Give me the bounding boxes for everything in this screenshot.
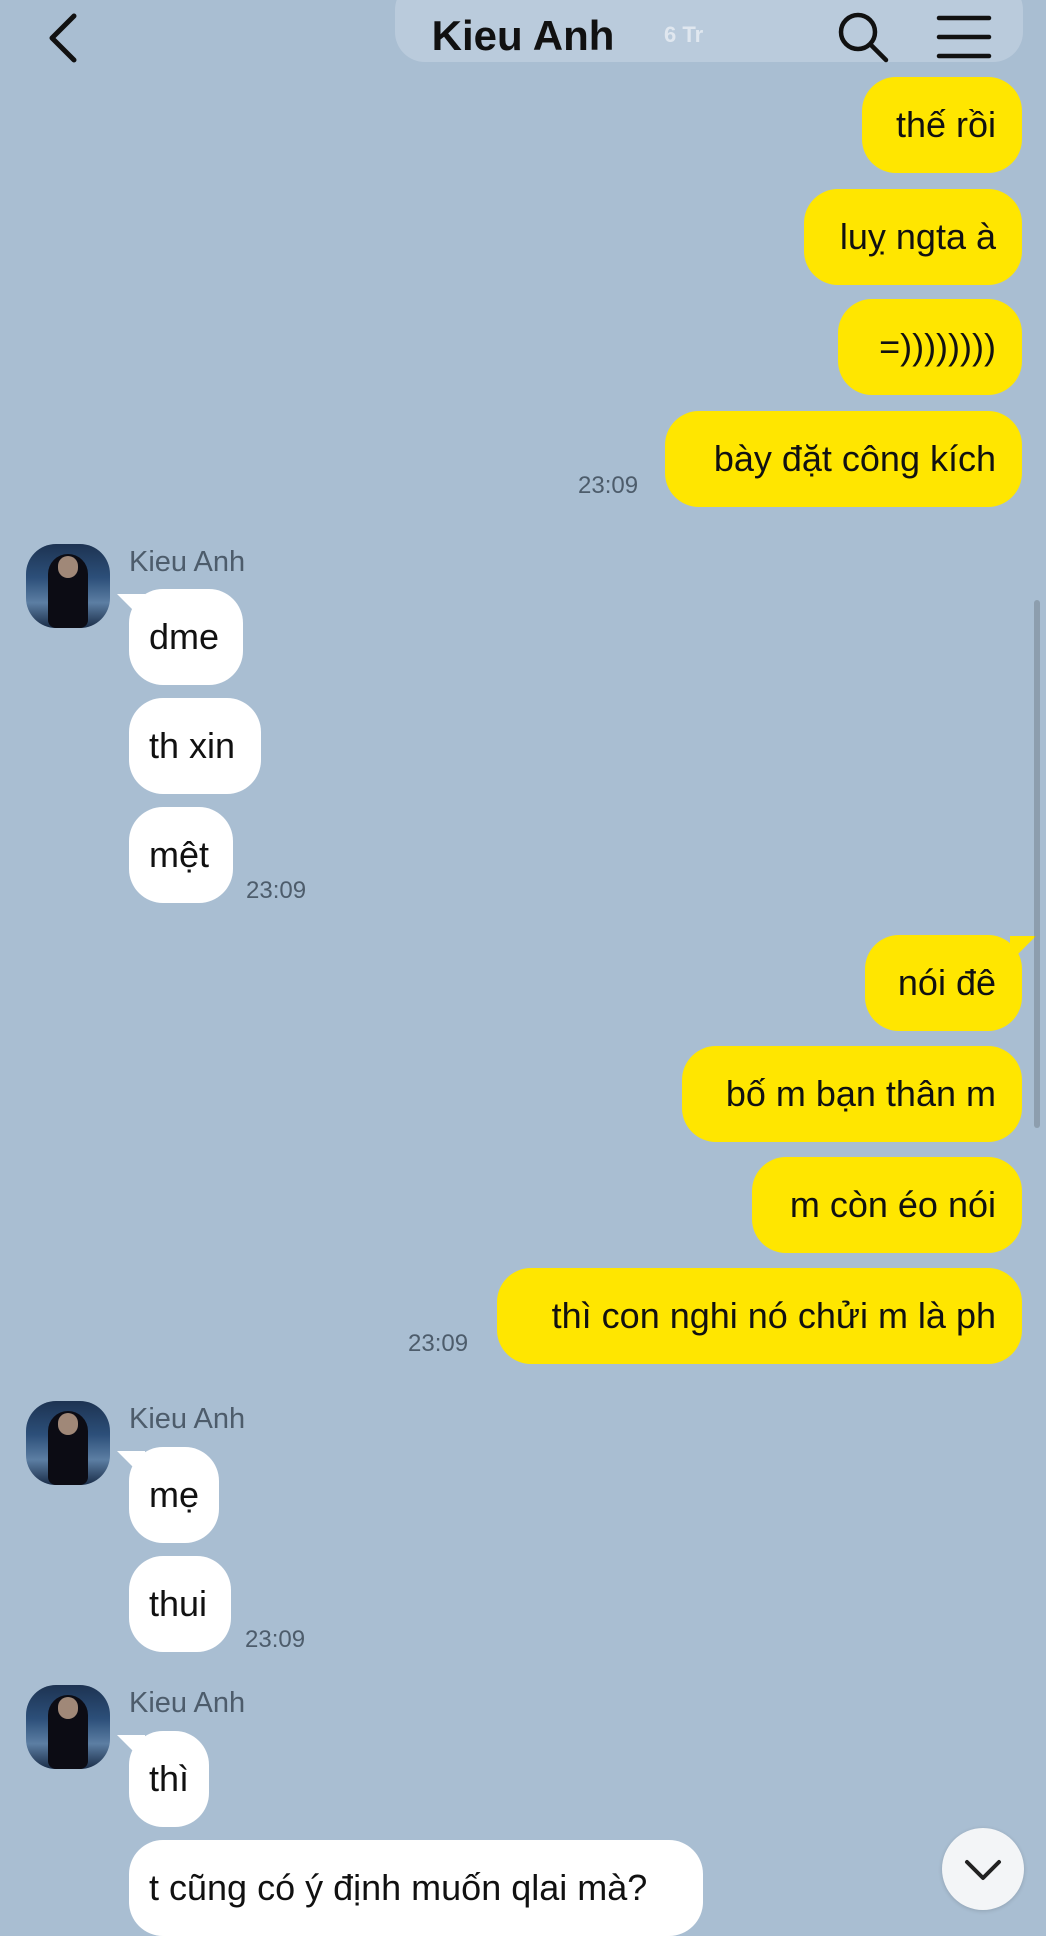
- message-text: mẹ: [149, 1474, 200, 1515]
- message-text: m còn éo nói: [789, 1184, 996, 1225]
- message-text: thì: [149, 1758, 190, 1799]
- message-bubble-outgoing[interactable]: thì con nghi nó chửi m là ph: [497, 1268, 1022, 1364]
- message-bubble-outgoing[interactable]: thế rồi: [862, 77, 1022, 173]
- message-bubble-incoming[interactable]: dme: [129, 589, 243, 685]
- message-timestamp: 23:09: [246, 877, 307, 904]
- message-bubble-outgoing[interactable]: luỵ ngta à: [804, 189, 1022, 285]
- message-text: mệt: [149, 834, 210, 875]
- scroll-to-bottom-button[interactable]: [942, 1828, 1024, 1910]
- message-text: luỵ ngta à: [839, 216, 996, 257]
- message-text: dme: [149, 616, 220, 657]
- message-bubble-outgoing[interactable]: bố m bạn thân m: [682, 1046, 1022, 1142]
- sender-name: Kieu Anh: [129, 546, 246, 578]
- message-text: =)))))))): [879, 326, 996, 367]
- message-bubble-outgoing[interactable]: bày đặt công kích: [665, 411, 1022, 507]
- message-bubble-outgoing[interactable]: =)))))))): [838, 299, 1022, 395]
- message-text: th xin: [149, 725, 236, 766]
- menu-icon[interactable]: [936, 12, 992, 62]
- message-timestamp: 23:09: [408, 1330, 469, 1357]
- message-bubble-outgoing[interactable]: nói đê: [865, 935, 1022, 1031]
- message-bubble-incoming[interactable]: thì: [129, 1731, 209, 1827]
- message-bubble-outgoing[interactable]: m còn éo nói: [752, 1157, 1022, 1253]
- chevron-down-icon: [965, 1860, 1001, 1880]
- message-timestamp: 23:09: [245, 1626, 306, 1653]
- scrollbar[interactable]: [1034, 600, 1040, 1128]
- sender-name: Kieu Anh: [129, 1687, 246, 1719]
- message-text: thui: [149, 1583, 208, 1624]
- chat-header: 6 Tr Kieu Anh: [0, 0, 1046, 78]
- message-timestamp: 23:09: [578, 472, 639, 499]
- search-icon[interactable]: [836, 10, 890, 64]
- contact-avatar[interactable]: [26, 544, 110, 628]
- sender-name: Kieu Anh: [129, 1403, 246, 1435]
- message-text: t cũng có ý định muốn qlai mà?: [149, 1867, 648, 1908]
- message-text: thế rồi: [895, 104, 996, 145]
- message-bubble-incoming[interactable]: thui: [129, 1556, 231, 1652]
- message-text: bố m bạn thân m: [725, 1073, 996, 1114]
- message-bubble-incoming[interactable]: mệt: [129, 807, 233, 903]
- message-bubble-incoming[interactable]: t cũng có ý định muốn qlai mà?: [129, 1840, 703, 1936]
- message-bubble-incoming[interactable]: mẹ: [129, 1447, 219, 1543]
- message-text: nói đê: [897, 962, 996, 1003]
- contact-avatar[interactable]: [26, 1685, 110, 1769]
- message-text: thì con nghi nó chửi m là ph: [551, 1295, 996, 1336]
- contact-avatar[interactable]: [26, 1401, 110, 1485]
- message-bubble-incoming[interactable]: th xin: [129, 698, 261, 794]
- message-text: bày đặt công kích: [713, 438, 996, 479]
